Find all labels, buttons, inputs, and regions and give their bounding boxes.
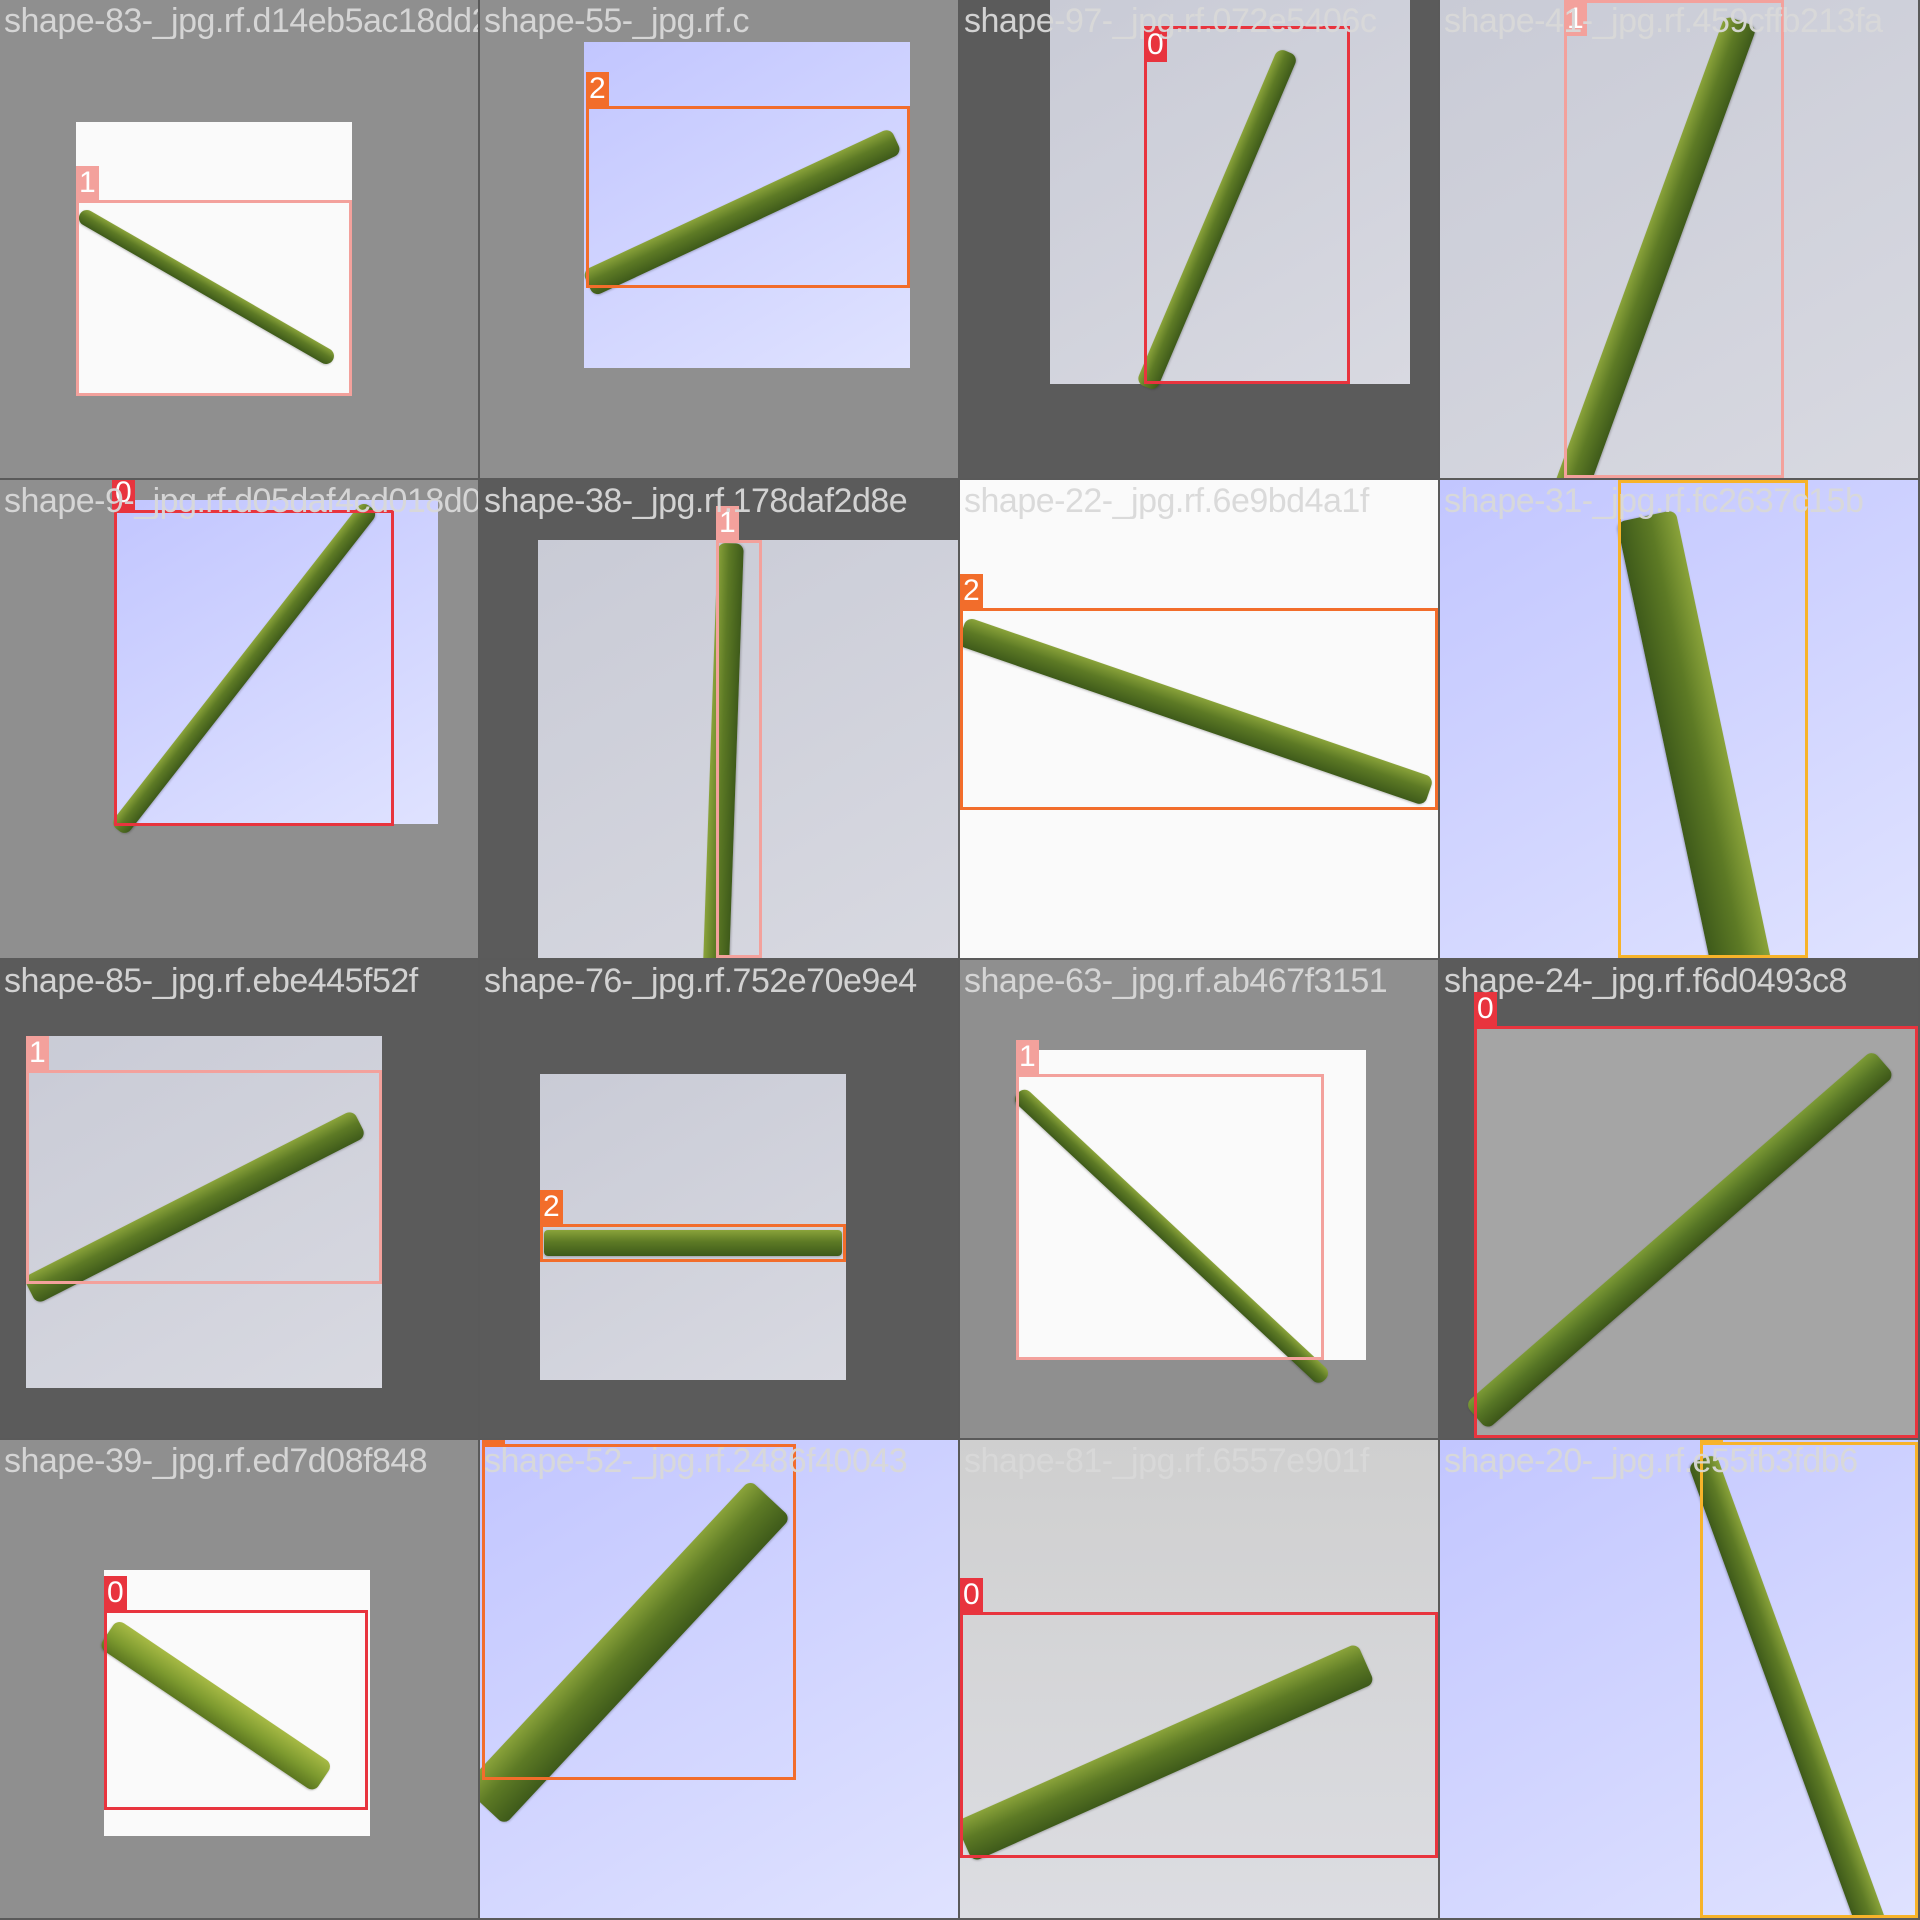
class-label-badge: 1 [26,1036,49,1070]
detection-box [960,608,1438,810]
detection-box [1618,480,1808,958]
tile-filename: shape-39-_jpg.rf.ed7d08f848 [4,1442,428,1480]
detection-box [76,200,352,396]
mosaic-tile-3: 0 shape-97-_jpg.rf.072e5406c [960,0,1438,478]
tile-filename: shape-41-_jpg.rf.459cffb213fa [1444,2,1883,40]
detection-box [1564,0,1784,478]
detection-box [586,106,910,288]
class-label-badge: 0 [104,1576,127,1610]
mosaic-tile-16: 3 shape-20-_jpg.rf.e55fb3fdb6 [1440,1440,1918,1918]
class-label-badge: 2 [960,574,983,608]
mosaic-tile-9: 1 shape-85-_jpg.rf.ebe445f52f [0,960,478,1438]
detection-box [1016,1074,1324,1360]
tile-filename: shape-52-_jpg.rf.2486f40043 [484,1442,908,1480]
tile-filename: shape-97-_jpg.rf.072e5406c [964,2,1377,40]
mosaic-tile-15: 0 shape-81-_jpg.rf.6557e901f [960,1440,1438,1918]
tile-filename: shape-38-_jpg.rf.178daf2d8e [484,482,908,520]
tile-filename: shape-24-_jpg.rf.f6d0493c8 [1444,962,1847,1000]
tile-filename: shape-81-_jpg.rf.6557e901f [964,1442,1369,1480]
class-label-badge: 2 [586,72,609,106]
tile-filename: shape-76-_jpg.rf.752e70e9e4 [484,962,917,1000]
tile-filename: shape-9-_jpg.rf.d05daf4cd018d0a [4,482,478,520]
mosaic-tile-11: 1 shape-63-_jpg.rf.ab467f3151 [960,960,1438,1438]
mosaic-tile-1: 1 shape-83-_jpg.rf.d14eb5ac18dd2445c5906… [0,0,478,478]
tile-filename: shape-63-_jpg.rf.ab467f3151 [964,962,1388,1000]
mosaic-tile-7: 2 shape-22-_jpg.rf.6e9bd4a1f [960,480,1438,958]
class-label-badge: 2 [540,1190,563,1224]
mosaic-tile-8: 3 shape-31-_jpg.rf.fc2637c15b [1440,480,1918,958]
tile-filename: shape-22-_jpg.rf.6e9bd4a1f [964,482,1369,520]
mosaic-tile-12: 0 shape-24-_jpg.rf.f6d0493c8 [1440,960,1918,1438]
detection-box [960,1612,1438,1858]
mosaic-tile-14: 2 shape-52-_jpg.rf.2486f40043 [480,1440,958,1918]
detection-box [482,1444,796,1780]
tile-filename: shape-20-_jpg.rf.e55fb3fdb6 [1444,1442,1858,1480]
detection-box [1700,1442,1918,1918]
detection-box [26,1070,382,1284]
tile-filename: shape-55-_jpg.rf.c [484,2,750,40]
detection-box [1144,26,1350,384]
detection-box [540,1224,846,1262]
mosaic-tile-4: 1 shape-41-_jpg.rf.459cffb213fa [1440,0,1918,478]
class-label-badge: 1 [76,166,99,200]
detection-box [114,510,394,826]
mosaic-tile-2: 2 shape-55-_jpg.rf.c [480,0,958,478]
mosaic-tile-6: 1 shape-38-_jpg.rf.178daf2d8e [480,480,958,958]
tile-filename: shape-83-_jpg.rf.d14eb5ac18dd2445c590670… [4,2,478,40]
tile-filename: shape-85-_jpg.rf.ebe445f52f [4,962,418,1000]
detection-box [716,540,762,958]
class-label-badge: 1 [1016,1040,1039,1074]
mosaic-tile-13: 0 shape-39-_jpg.rf.ed7d08f848 [0,1440,478,1918]
mosaic-tile-10: 2 shape-76-_jpg.rf.752e70e9e4 [480,960,958,1438]
class-label-badge: 0 [960,1578,983,1612]
detection-box [104,1610,368,1810]
tile-filename: shape-31-_jpg.rf.fc2637c15b [1444,482,1864,520]
mosaic-tile-5: 0 shape-9-_jpg.rf.d05daf4cd018d0a [0,480,478,958]
detection-box [1474,1026,1918,1438]
